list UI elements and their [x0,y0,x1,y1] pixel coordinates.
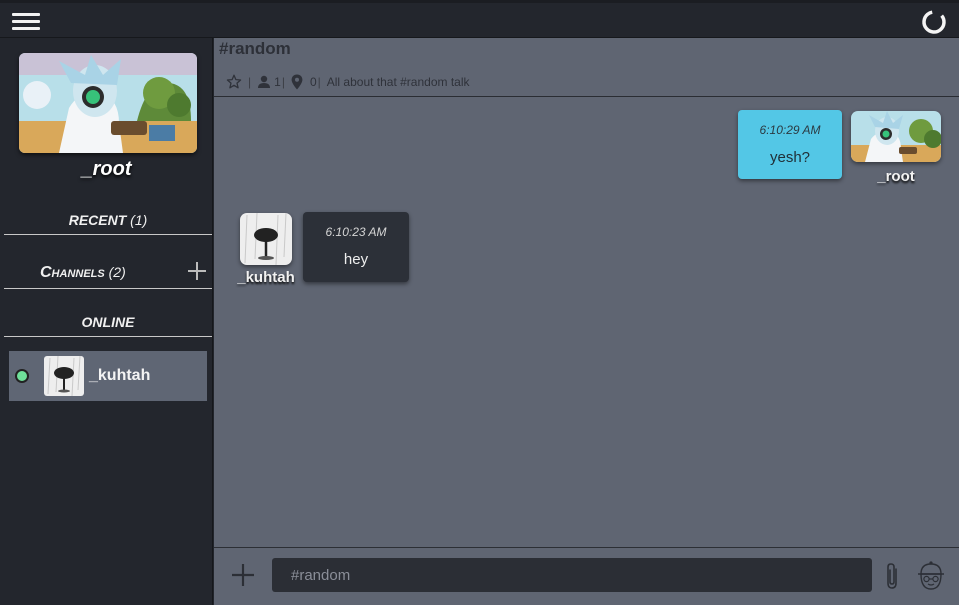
channel-meta: | 1 | 0 | All about that #random talk [226,73,470,91]
emoji-face-icon[interactable] [916,560,946,592]
star-icon[interactable] [226,74,242,90]
message-bubble-own: 6:10:29 AM yesh? [738,110,842,179]
pin-count: 0 [309,75,317,89]
hamburger-menu-icon[interactable] [12,11,42,33]
message-text: hey [343,251,369,268]
chat-main: #random | 1 | 0 | All about that #random… [214,38,959,605]
add-attachment-plus-icon[interactable] [230,562,256,588]
message-composer [214,547,959,605]
message-time: 6:10:23 AM [325,225,387,239]
section-recent-count: (1) [130,212,148,228]
online-user-item[interactable]: _kuhtah [9,351,207,401]
channel-title: #random [219,39,291,58]
profile-username: _root [81,158,132,180]
person-icon [258,75,271,88]
section-online-label: ONLINE [81,314,135,330]
message-time: 6:10:29 AM [759,123,821,137]
section-channels[interactable]: Channels (2) [4,264,212,289]
sidebar: _root RECENT (1) Channels (2) ONLINE _ku… [0,38,213,605]
online-status-dot [15,369,29,383]
message-bubble-other: 6:10:23 AM hey [303,212,409,282]
message-avatar-own[interactable] [851,111,941,162]
loading-ring-icon[interactable] [921,9,947,35]
channel-header: #random | 1 | 0 | All about that #random… [214,38,959,97]
message-text: yesh? [769,149,811,166]
user-avatar [44,356,84,396]
add-channel-plus-icon[interactable] [186,260,208,282]
member-count: 1 [274,75,281,89]
map-pin-icon [291,74,303,90]
paperclip-icon[interactable] [882,561,902,591]
top-bar [0,0,959,38]
message-author-other[interactable]: _kuhtah [228,269,304,286]
section-channels-label: Channels [40,264,105,281]
section-recent-label: RECENT [68,212,127,228]
section-recent[interactable]: RECENT (1) [4,212,212,235]
message-input[interactable] [272,558,872,592]
section-channels-count: (2) [108,264,126,280]
channel-topic: All about that #random talk [326,75,470,89]
message-avatar-other[interactable] [240,213,292,265]
profile-picture[interactable] [19,53,197,153]
section-online: ONLINE [4,314,212,337]
message-author-own[interactable]: _root [851,168,941,185]
online-user-name: _kuhtah [89,367,151,384]
